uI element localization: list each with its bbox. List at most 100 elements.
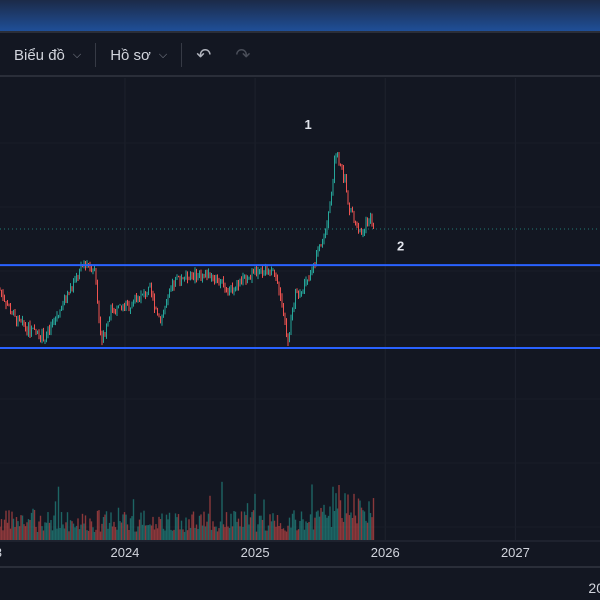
volume-bar [138,519,141,540]
volume-bar [105,511,108,540]
bottom-label: 20 [588,580,600,596]
volume-bar [353,493,355,540]
volume-bar [354,515,357,540]
volume-bar [341,518,343,540]
volume-bar [305,521,307,540]
volume-bar [47,512,49,540]
volume-bar [162,528,165,540]
volume-bar [188,519,190,540]
volume-bar [213,526,216,540]
volume-bar [101,523,103,540]
volume-bar [342,521,345,540]
volume-bar [335,493,337,540]
volume-bar [32,508,34,540]
volume-bar [270,521,273,540]
volume-bar [317,510,319,540]
volume-bar [234,511,237,540]
volume-bar [278,526,280,540]
volume-bar [179,529,181,540]
volume-bar [324,514,327,540]
volume-bar [153,529,156,540]
volume-bar [258,515,261,540]
volume-bar [164,530,166,540]
volume-bar [264,530,267,540]
price-chart[interactable]: 1 2 23 2024 2025 2026 2027 [0,0,600,566]
volume-bar [173,529,175,540]
volume-bar [131,516,133,540]
volume-bar [219,521,222,540]
volume-bar [129,518,132,540]
volume-bar [203,511,205,540]
volume-bar [8,510,10,540]
volume-bar [2,530,4,540]
volume-bar [330,527,333,540]
volume-bar [128,530,130,540]
volume-bar [228,527,231,540]
volume-bar [65,522,67,540]
volume-bar [285,531,288,540]
volume-bar [239,526,241,540]
volume-bar [222,524,225,540]
volume-bar [111,526,114,540]
volume-bar [293,510,295,540]
volume-bar [176,517,178,540]
volume-bar [116,529,118,540]
volume-bar [215,526,217,540]
volume-bar [266,530,268,540]
volume-bar [89,518,91,540]
volume-bar [14,527,16,540]
volume-bar [165,514,168,540]
volume-bar [87,530,90,540]
volume-bar [29,520,31,540]
volume-bar [63,528,66,540]
volume-bar [12,518,15,540]
volume-bar [351,517,354,540]
volume-bar [281,529,283,540]
volume-bar [309,514,312,540]
volume-bar [95,529,97,540]
volume-bar [159,519,162,540]
volume-bar [204,526,207,540]
annotation-label: 2 [397,238,404,253]
volume-bar [156,528,159,540]
volume-bar [134,531,136,540]
volume-bar [191,514,193,540]
volume-bar [59,527,61,540]
volume-bar [242,526,244,540]
volume-bar [227,526,229,540]
x-tick-label: 2027 [501,545,530,560]
volume-bar [224,527,226,540]
x-tick-label: 2024 [110,545,139,560]
volume-bar [260,515,262,540]
volume-bar [45,522,48,540]
volume-bar [60,512,63,540]
volume-bar [50,520,52,540]
volume-bar [198,515,201,540]
volume-bar [75,525,78,540]
volume-bar [66,512,69,540]
volume-bar [356,523,358,540]
volume-bar [272,513,274,540]
volume-bar [57,486,60,540]
volume-bar [21,515,24,540]
volume-bar [174,513,177,540]
volume-bar [338,485,340,540]
volume-bar [321,511,324,540]
volume-bar [69,520,72,540]
volume-bar [96,510,99,540]
volume-bar [288,517,291,540]
volume-bar [117,507,120,540]
volume-bar [218,528,220,540]
volume-bar [99,531,102,540]
volume-bar [275,526,277,540]
volume-bar [336,508,339,540]
volume-bar [257,524,259,540]
volume-bar [197,528,199,540]
volume-bar [152,516,154,540]
volume-bar [236,521,238,540]
volume-bar [344,493,346,540]
volume-bar [0,526,1,540]
volume-bar [104,514,106,540]
volume-bar [119,521,121,540]
volume-bar [123,512,126,540]
